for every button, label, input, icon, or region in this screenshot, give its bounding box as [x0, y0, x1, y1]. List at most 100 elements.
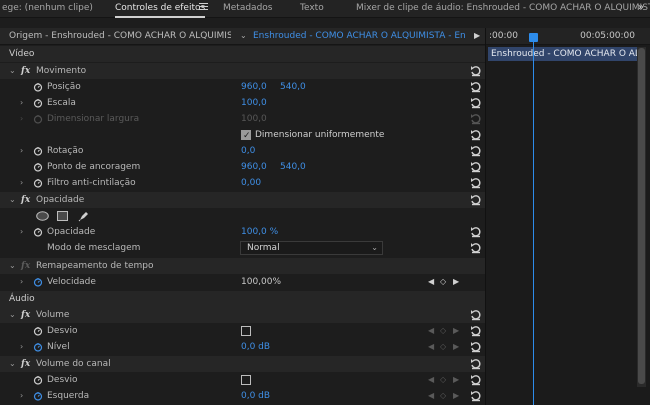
stopwatch-icon[interactable]: [33, 98, 43, 108]
source-dropdown-chevron-icon[interactable]: ⌄: [240, 28, 247, 44]
reset-icon[interactable]: [470, 358, 482, 370]
scale-value[interactable]: 100,0: [241, 95, 267, 111]
collapse-chevron-icon[interactable]: ⌄: [9, 258, 16, 274]
reset-icon[interactable]: [470, 145, 482, 157]
expand-chevron-icon[interactable]: ›: [20, 95, 23, 111]
expand-chevron-icon[interactable]: ›: [20, 339, 23, 355]
volume-bypass-checkbox[interactable]: [241, 326, 251, 336]
position-x-value[interactable]: 960,0: [241, 79, 267, 95]
channel-left-row: › Esquerda 0,0 dB ◀ ◇ ▶: [0, 388, 485, 404]
add-keyframe-icon[interactable]: ◇: [440, 388, 446, 404]
add-keyframe-icon[interactable]: ◇: [440, 323, 446, 339]
reset-icon[interactable]: [470, 81, 482, 93]
channel-volume-effect-row[interactable]: ⌄ fx Volume do canal: [0, 356, 485, 372]
channel-left-value[interactable]: 0,0 dB: [241, 388, 270, 404]
expand-chevron-icon[interactable]: ›: [20, 274, 23, 290]
add-keyframe-icon[interactable]: ◇: [440, 339, 446, 355]
add-keyframe-icon[interactable]: ◇: [440, 372, 446, 388]
uniform-scale-checkbox[interactable]: [241, 128, 251, 144]
scrollbar-thumb[interactable]: [638, 48, 645, 384]
vertical-scrollbar[interactable]: [637, 47, 646, 387]
reset-icon[interactable]: [470, 194, 482, 206]
fx-icon[interactable]: fx: [21, 192, 30, 208]
reset-icon[interactable]: [470, 341, 482, 353]
volume-effect-row[interactable]: ⌄ fx Volume: [0, 307, 485, 323]
motion-effect-row[interactable]: ⌄ fx Movimento: [0, 63, 485, 79]
reset-icon[interactable]: [470, 177, 482, 189]
stopwatch-icon[interactable]: [33, 178, 43, 188]
tab-metadata[interactable]: Metadados: [223, 0, 272, 18]
fx-icon: fx: [21, 261, 31, 271]
stopwatch-icon: [33, 115, 43, 124]
playhead-handle[interactable]: [529, 33, 538, 42]
position-y-value[interactable]: 540,0: [280, 79, 306, 95]
stopwatch-icon[interactable]: [33, 326, 43, 336]
stopwatch-icon[interactable]: [33, 82, 43, 92]
fx-icon[interactable]: fx: [21, 356, 30, 372]
more-panels-icon[interactable]: »: [638, 1, 644, 15]
collapse-chevron-icon[interactable]: ⌄: [9, 192, 16, 208]
blend-mode-select[interactable]: Normal ⌄: [240, 241, 383, 255]
anchor-x-value[interactable]: 960,0: [241, 159, 267, 175]
stopwatch-icon[interactable]: [33, 227, 43, 237]
opacity-value-row: › Opacidade 100,0 %: [0, 224, 485, 240]
next-keyframe-icon[interactable]: ▶: [453, 274, 459, 290]
reset-icon[interactable]: [470, 309, 482, 321]
clip-bar[interactable]: Enshrouded - COMO ACHAR O ALQUIMISTA: [488, 47, 637, 61]
panel-tab-bar: ege: (nenhum clipe) Controles de efeitos…: [0, 0, 650, 18]
reset-icon[interactable]: [470, 325, 482, 337]
time-remap-effect-row[interactable]: ⌄ fx Remapeamento de tempo: [0, 258, 485, 274]
rotation-value[interactable]: 0,0: [241, 143, 255, 159]
reset-icon[interactable]: [470, 242, 482, 254]
channel-left-label: Esquerda: [47, 391, 90, 401]
speed-value[interactable]: 100,00%: [241, 274, 281, 290]
fx-icon[interactable]: fx: [21, 307, 30, 323]
panel-menu-icon[interactable]: [199, 3, 208, 12]
channel-bypass-checkbox[interactable]: [241, 375, 251, 385]
opacity-value[interactable]: 100,0 %: [241, 224, 278, 240]
collapse-chevron-icon[interactable]: ⌄: [9, 63, 16, 79]
reset-icon[interactable]: [470, 374, 482, 386]
sequence-clip-label[interactable]: Enshrouded - COMO ACHAR O ALQUIMISTA - E…: [253, 28, 465, 44]
rectangle-mask-icon[interactable]: [57, 211, 68, 221]
stopwatch-icon[interactable]: [33, 146, 43, 156]
stopwatch-icon[interactable]: [33, 342, 43, 352]
collapse-chevron-icon[interactable]: ⌄: [9, 356, 16, 372]
fx-icon[interactable]: fx: [21, 63, 30, 79]
reset-icon[interactable]: [470, 226, 482, 238]
next-keyframe-icon: ▶: [453, 326, 460, 335]
reset-icon[interactable]: [470, 97, 482, 109]
expand-chevron-icon[interactable]: ›: [20, 224, 23, 240]
stopwatch-icon[interactable]: [33, 162, 43, 172]
expand-chevron-icon[interactable]: ›: [20, 388, 23, 404]
time-end-label: 00:05:00:00: [580, 31, 635, 41]
prev-keyframe-icon[interactable]: ◀: [428, 274, 434, 290]
volume-bypass-row: Desvio ◀ ◇ ▶: [0, 323, 485, 339]
stopwatch-icon[interactable]: [33, 391, 43, 401]
reset-icon[interactable]: [470, 161, 482, 173]
volume-level-value[interactable]: 0,0 dB: [241, 339, 270, 355]
tab-text[interactable]: Texto: [300, 0, 324, 18]
source-clip-selector[interactable]: Origem - Enshrouded - COMO ACHAR O ALQUI…: [9, 28, 231, 44]
scale-width-value: 100,0: [241, 114, 267, 124]
add-keyframe-icon[interactable]: ◇: [440, 274, 446, 290]
expand-chevron-icon[interactable]: ›: [20, 143, 23, 159]
anchor-y-value[interactable]: 540,0: [280, 159, 306, 175]
reset-icon[interactable]: [470, 129, 482, 141]
expand-chevron-icon[interactable]: ›: [20, 175, 23, 191]
tab-audio-clip-mixer[interactable]: Mixer de clipe de áudio: Enshrouded - CO…: [356, 0, 650, 18]
volume-level-label: Nível: [47, 342, 70, 352]
stopwatch-icon[interactable]: [33, 375, 43, 385]
opacity-effect-row[interactable]: ⌄ fx Opacidade: [0, 192, 485, 208]
ellipse-mask-icon[interactable]: [36, 211, 49, 221]
pen-mask-icon[interactable]: [78, 210, 90, 222]
time-ruler[interactable]: :00:00 00:05:00:00: [486, 28, 650, 45]
anti-flicker-value[interactable]: 0,00: [241, 175, 261, 191]
stopwatch-icon[interactable]: [33, 277, 43, 287]
collapse-chevron-icon[interactable]: ⌄: [9, 307, 16, 323]
tab-source[interactable]: ege: (nenhum clipe): [2, 0, 93, 18]
show-timeline-icon[interactable]: ▶: [474, 28, 480, 44]
reset-icon[interactable]: [470, 390, 482, 402]
playhead-line[interactable]: [533, 36, 534, 405]
reset-icon[interactable]: [470, 65, 482, 77]
